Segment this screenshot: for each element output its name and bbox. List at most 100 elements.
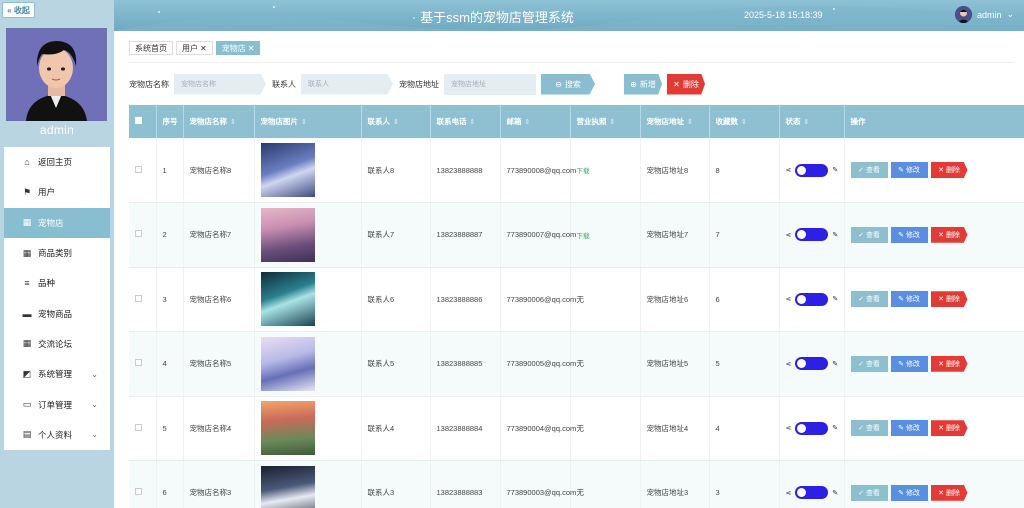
sort-icon[interactable]: ⇕ (470, 119, 476, 126)
delete-button[interactable]: ✕ 删除 (930, 226, 968, 243)
delete-button[interactable]: ✕ 删除 (930, 420, 968, 437)
row-checkbox[interactable] (135, 488, 142, 496)
sidebar-item-order-management[interactable]: ▭ 订单管理 ⌄ (4, 389, 110, 419)
sidebar-item-breed[interactable]: ≡ 品种 (4, 268, 110, 298)
share-icon[interactable]: ⋖ (786, 166, 792, 174)
tab-users[interactable]: 用户 ✕ (176, 41, 213, 55)
row-checkbox[interactable] (135, 359, 142, 367)
edit-pencil-icon[interactable]: ✎ (832, 424, 838, 432)
column-header[interactable]: 联系电话 ⇕ (430, 105, 501, 138)
view-button[interactable]: ✓ 查看 (850, 226, 888, 243)
column-header[interactable]: 邮箱 ⇕ (500, 105, 571, 138)
edit-button[interactable]: ✎ 修改 (890, 291, 928, 308)
edit-pencil-icon[interactable]: ✎ (832, 231, 838, 239)
column-header[interactable]: 营业执照 ⇕ (570, 105, 641, 138)
table-row[interactable]: 1 宠物店名称8 联系人8 13823888888 773890008@qq.c… (129, 138, 1024, 203)
sort-icon[interactable]: ⇕ (610, 119, 616, 126)
edit-button[interactable]: ✎ 修改 (890, 226, 928, 243)
close-icon[interactable]: ✕ (248, 44, 255, 53)
select-all-checkbox[interactable] (135, 117, 142, 124)
sort-icon[interactable]: ⇕ (804, 119, 810, 126)
edit-button[interactable]: ✎ 修改 (890, 355, 928, 372)
store-image[interactable] (260, 143, 315, 197)
contact-input[interactable]: 联系人 (301, 73, 393, 95)
sort-icon[interactable]: ⇕ (687, 119, 693, 126)
status-toggle[interactable] (795, 357, 829, 371)
delete-button[interactable]: ✕ 删除 (930, 484, 968, 501)
share-icon[interactable]: ⋖ (786, 360, 792, 368)
column-header[interactable]: 联系人 ⇕ (361, 105, 431, 138)
column-header[interactable]: 宠物店名称 ⇕ (183, 105, 255, 138)
sidebar-item-pet-store[interactable]: ▦ 宠物店 (4, 207, 110, 238)
store-image[interactable] (260, 336, 315, 391)
edit-button[interactable]: ✎ 修改 (890, 162, 928, 178)
row-checkbox[interactable] (135, 165, 142, 173)
store-image[interactable] (260, 207, 315, 262)
edit-pencil-icon[interactable]: ✎ (832, 166, 838, 174)
sidebar-item-home[interactable]: ⌂ 返回主页 (4, 147, 110, 177)
status-toggle[interactable] (795, 292, 829, 306)
sort-icon[interactable]: ⇕ (393, 119, 399, 126)
status-toggle[interactable] (795, 163, 829, 177)
sidebar-item-product-category[interactable]: ▦ 商品类别 (4, 238, 110, 268)
sort-icon[interactable]: ⇕ (741, 119, 747, 126)
column-header[interactable]: 收藏数 ⇕ (709, 105, 780, 138)
status-toggle[interactable] (795, 421, 829, 435)
license-download-link[interactable]: 下载 (577, 233, 590, 240)
status-toggle[interactable] (795, 228, 829, 242)
store-name-input[interactable]: 宠物店名称 (174, 73, 266, 95)
tab-home[interactable]: 系统首页 (129, 41, 173, 55)
delete-button[interactable]: ✕ 删除 (930, 162, 968, 178)
close-icon[interactable]: ✕ (200, 44, 207, 53)
edit-button[interactable]: ✎ 修改 (890, 484, 928, 501)
view-button[interactable]: ✓ 查看 (850, 162, 888, 178)
edit-pencil-icon[interactable]: ✎ (832, 295, 838, 303)
column-header[interactable]: 状态 ⇕ (779, 105, 845, 138)
row-checkbox[interactable] (135, 423, 142, 431)
column-header[interactable]: 宠物店地址 ⇕ (640, 105, 710, 138)
view-button[interactable]: ✓ 查看 (850, 355, 888, 372)
edit-pencil-icon[interactable]: ✎ (832, 360, 838, 368)
table-row[interactable]: 3 宠物店名称6 联系人6 13823888886 773890006@qq.c… (129, 267, 1024, 332)
sort-icon[interactable]: ⇕ (301, 119, 307, 126)
view-button[interactable]: ✓ 查看 (850, 420, 888, 437)
sort-icon[interactable]: ⇕ (525, 119, 531, 126)
sidebar-item-users[interactable]: ⚑ 用户 (4, 177, 110, 207)
store-image[interactable] (260, 465, 315, 508)
user-menu[interactable]: admin ⌄ (954, 6, 1014, 23)
share-icon[interactable]: ⋖ (786, 424, 792, 432)
address-input[interactable]: 宠物店地址 (444, 73, 536, 95)
sidebar-item-forum[interactable]: ▦ 交流论坛 (4, 329, 110, 359)
delete-button[interactable]: ✕ 删除 (930, 291, 968, 308)
delete-button[interactable]: ✕ 删除 (930, 355, 968, 372)
collapse-sidebar-button[interactable]: « 收起 (2, 2, 35, 18)
share-icon[interactable]: ⋖ (786, 489, 792, 497)
batch-delete-button[interactable]: ✕ 删除 (667, 73, 705, 95)
sidebar-item-system-management[interactable]: ◩ 系统管理 ⌄ (4, 359, 110, 389)
view-button[interactable]: ✓ 查看 (850, 291, 888, 308)
table-row[interactable]: 4 宠物店名称5 联系人5 13823888885 773890005@qq.c… (129, 331, 1024, 397)
license-download-link[interactable]: 下载 (577, 168, 590, 175)
store-image[interactable] (260, 401, 315, 456)
row-checkbox[interactable] (135, 294, 142, 302)
column-header[interactable]: 宠物店图片 ⇕ (254, 105, 362, 138)
tab-pet-store[interactable]: 宠物店 ✕ (215, 41, 261, 55)
sidebar-item-profile[interactable]: ▤ 个人资料 ⌄ (4, 420, 110, 450)
sort-icon[interactable]: ⇕ (230, 119, 236, 126)
status-toggle[interactable] (795, 486, 829, 500)
search-button[interactable]: ⊖ 搜索 (541, 73, 595, 95)
store-image[interactable] (260, 272, 315, 327)
table-row[interactable]: 5 宠物店名称4 联系人4 13823888884 773890004@qq.c… (129, 396, 1024, 461)
view-button[interactable]: ✓ 查看 (850, 484, 888, 501)
edit-pencil-icon[interactable]: ✎ (832, 489, 838, 497)
add-button[interactable]: ⊕ 新增 (624, 73, 662, 95)
sidebar-item-pet-products[interactable]: ▬ 宠物商品 (4, 298, 110, 328)
edit-button[interactable]: ✎ 修改 (890, 420, 928, 437)
row-checkbox[interactable] (135, 230, 142, 238)
share-icon[interactable]: ⋖ (786, 295, 792, 303)
table-row[interactable]: 6 宠物店名称3 联系人3 13823888883 773890003@qq.c… (129, 460, 1024, 508)
share-icon[interactable]: ⋖ (786, 231, 792, 239)
table-row[interactable]: 2 宠物店名称7 联系人7 13823888887 773890007@qq.c… (129, 202, 1024, 268)
select-all-column[interactable] (129, 105, 157, 138)
view-button-label: 查看 (865, 167, 880, 174)
